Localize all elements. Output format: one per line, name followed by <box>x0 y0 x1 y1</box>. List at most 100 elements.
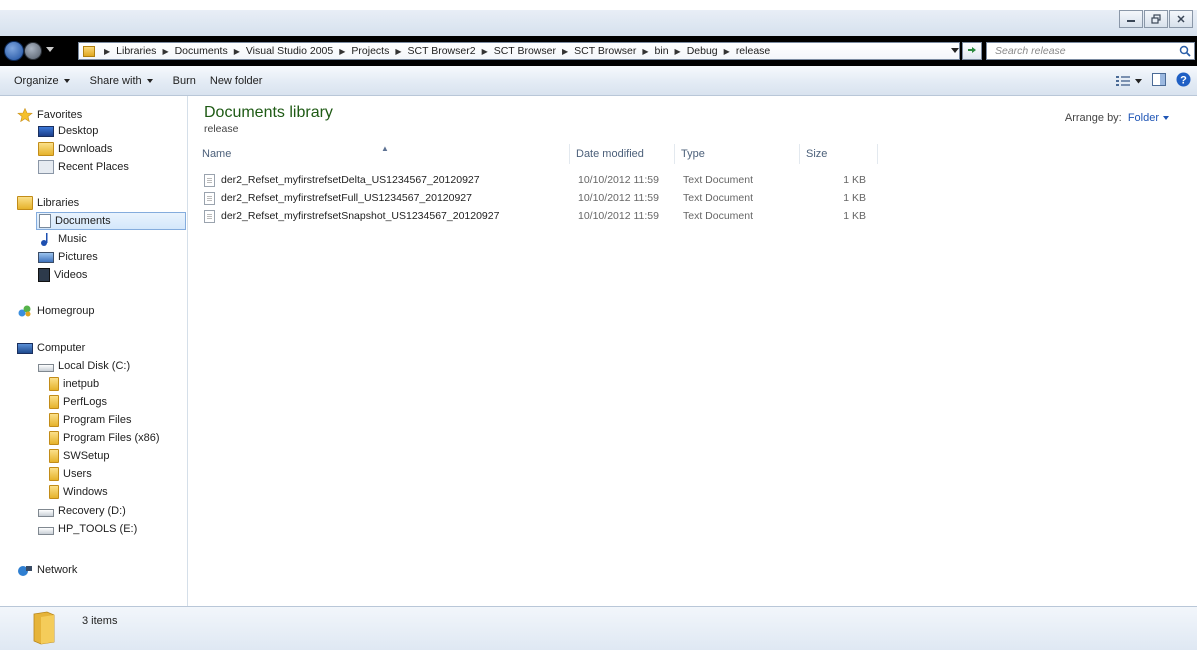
nav-network[interactable]: Network <box>17 561 77 579</box>
breadcrumb: ▶ Libraries ▶ Documents ▶ Visual Studio 2005 ▶… <box>99 45 771 57</box>
nav-libraries[interactable]: Libraries <box>17 194 79 212</box>
library-title: Documents library <box>204 104 333 121</box>
nav-documents[interactable]: Documents <box>36 212 186 230</box>
file-name: der2_Refset_myfirstrefsetFull_US1234567_… <box>221 192 472 204</box>
close-icon <box>1177 15 1185 23</box>
file-name-cell: der2_Refset_myfirstrefsetDelta_US1234567… <box>204 171 480 189</box>
file-row[interactable]: der2_Refset_myfirstrefsetFull_US1234567_… <box>196 189 878 207</box>
file-size: 1 KB <box>843 210 866 222</box>
nav-folder-program-files-x86[interactable]: Program Files (x86) <box>49 429 160 447</box>
nav-folder-users[interactable]: Users <box>49 465 92 483</box>
search-input[interactable]: Search release <box>986 42 1195 60</box>
preview-pane-button[interactable] <box>1152 73 1166 89</box>
close-button[interactable] <box>1169 10 1193 28</box>
chevron-down-icon <box>1135 78 1142 83</box>
nav-label: Videos <box>54 269 88 281</box>
nav-folder-swsetup[interactable]: SWSetup <box>49 447 109 465</box>
breadcrumb-item[interactable]: Libraries <box>115 45 157 57</box>
burn-button[interactable]: Burn <box>163 66 206 95</box>
breadcrumb-separator-icon[interactable]: ▶ <box>395 47 401 56</box>
refresh-button[interactable] <box>962 42 982 60</box>
address-row: ▶ Libraries ▶ Documents ▶ Visual Studio 2005 ▶… <box>0 36 1197 66</box>
folder-icon <box>49 485 59 499</box>
nav-recent-places[interactable]: Recent Places <box>38 158 129 176</box>
nav-desktop[interactable]: Desktop <box>38 122 98 140</box>
file-date: 10/10/2012 11:59 <box>578 174 659 186</box>
text-document-icon <box>204 173 215 187</box>
recent-pages-dropdown[interactable] <box>46 47 54 52</box>
breadcrumb-item[interactable]: Documents <box>174 45 229 57</box>
column-header-date[interactable]: Date modified <box>570 144 675 164</box>
breadcrumb-separator-icon[interactable]: ▶ <box>482 47 488 56</box>
breadcrumb-item[interactable]: SCT Browser <box>573 45 637 57</box>
column-header-row: Name ▲ Date modified Type Size <box>196 144 878 164</box>
arrange-by-dropdown[interactable]: Folder <box>1128 112 1169 124</box>
svg-text:?: ? <box>1180 75 1187 87</box>
new-folder-label: New folder <box>209 74 263 87</box>
breadcrumb-item[interactable]: release <box>735 45 771 57</box>
nav-folder-program-files[interactable]: Program Files <box>49 411 131 429</box>
breadcrumb-item[interactable]: SCT Browser <box>493 45 557 57</box>
breadcrumb-separator-icon[interactable]: ▶ <box>234 47 240 56</box>
breadcrumb-item[interactable]: Projects <box>350 45 390 57</box>
star-icon <box>17 108 33 122</box>
chevron-down-icon <box>63 78 70 83</box>
text-document-icon <box>204 209 215 223</box>
breadcrumb-item[interactable]: Visual Studio 2005 <box>245 45 334 57</box>
help-button[interactable]: ? <box>1176 72 1191 90</box>
command-bar: Organize Share with Burn New folder ? <box>0 66 1197 96</box>
breadcrumb-item[interactable]: Debug <box>686 45 719 57</box>
breadcrumb-separator-icon[interactable]: ▶ <box>642 47 648 56</box>
libraries-icon <box>17 196 33 210</box>
nav-videos[interactable]: Videos <box>38 266 87 284</box>
column-header-type[interactable]: Type <box>675 144 800 164</box>
breadcrumb-separator-icon[interactable]: ▶ <box>104 47 110 56</box>
file-size: 1 KB <box>843 192 866 204</box>
arrange-value: Folder <box>1127 112 1159 124</box>
preview-pane-icon <box>1152 73 1166 86</box>
forward-button[interactable] <box>24 42 42 60</box>
organize-label: Organize <box>14 74 59 87</box>
sort-ascending-icon: ▲ <box>381 144 389 153</box>
nav-label: Windows <box>63 486 108 498</box>
breadcrumb-separator-icon[interactable]: ▶ <box>562 47 568 56</box>
nav-label: Favorites <box>37 109 83 121</box>
drive-icon <box>38 508 54 517</box>
breadcrumb-separator-icon[interactable]: ▶ <box>724 47 730 56</box>
nav-folder-windows[interactable]: Windows <box>49 483 108 501</box>
nav-folder-inetpub[interactable]: inetpub <box>49 375 99 393</box>
folder-icon <box>49 377 59 391</box>
breadcrumb-item[interactable]: SCT Browser2 <box>406 45 476 57</box>
file-name: der2_Refset_myfirstrefsetDelta_US1234567… <box>221 174 480 186</box>
back-button[interactable] <box>4 41 24 61</box>
nav-music[interactable]: Music <box>38 230 87 248</box>
nav-label: Program Files <box>63 414 132 426</box>
breadcrumb-separator-icon[interactable]: ▶ <box>162 47 168 56</box>
breadcrumb-item[interactable]: bin <box>654 45 670 57</box>
restore-button[interactable] <box>1144 10 1168 28</box>
change-view-button[interactable] <box>1116 75 1142 87</box>
arrange-label: Arrange by: <box>1064 112 1122 124</box>
address-history-dropdown[interactable] <box>948 42 962 60</box>
organize-button[interactable]: Organize <box>0 66 80 95</box>
nav-homegroup[interactable]: Homegroup <box>17 302 94 320</box>
file-row[interactable]: der2_Refset_myfirstrefsetSnapshot_US1234… <box>196 207 878 225</box>
windows-drive-icon <box>38 363 54 372</box>
nav-label: Downloads <box>58 143 113 155</box>
nav-label: Recovery (D:) <box>58 505 126 517</box>
file-row[interactable]: der2_Refset_myfirstrefsetDelta_US1234567… <box>196 171 878 189</box>
breadcrumb-separator-icon[interactable]: ▶ <box>675 47 681 56</box>
share-with-button[interactable]: Share with <box>80 66 163 95</box>
nav-hp-tools-drive[interactable]: HP_TOOLS (E:) <box>38 520 137 538</box>
nav-recovery-drive[interactable]: Recovery (D:) <box>38 502 126 520</box>
nav-pictures[interactable]: Pictures <box>38 248 98 266</box>
nav-local-disk[interactable]: Local Disk (C:) <box>38 357 130 375</box>
breadcrumb-separator-icon[interactable]: ▶ <box>339 47 345 56</box>
column-header-size[interactable]: Size <box>800 144 878 164</box>
nav-folder-perflogs[interactable]: PerfLogs <box>49 393 107 411</box>
minimize-button[interactable] <box>1119 10 1143 28</box>
nav-computer[interactable]: Computer <box>17 339 85 357</box>
address-bar[interactable]: ▶ Libraries ▶ Documents ▶ Visual Studio 2005 ▶… <box>78 42 960 60</box>
new-folder-button[interactable]: New folder <box>206 66 273 95</box>
nav-downloads[interactable]: Downloads <box>38 140 112 158</box>
